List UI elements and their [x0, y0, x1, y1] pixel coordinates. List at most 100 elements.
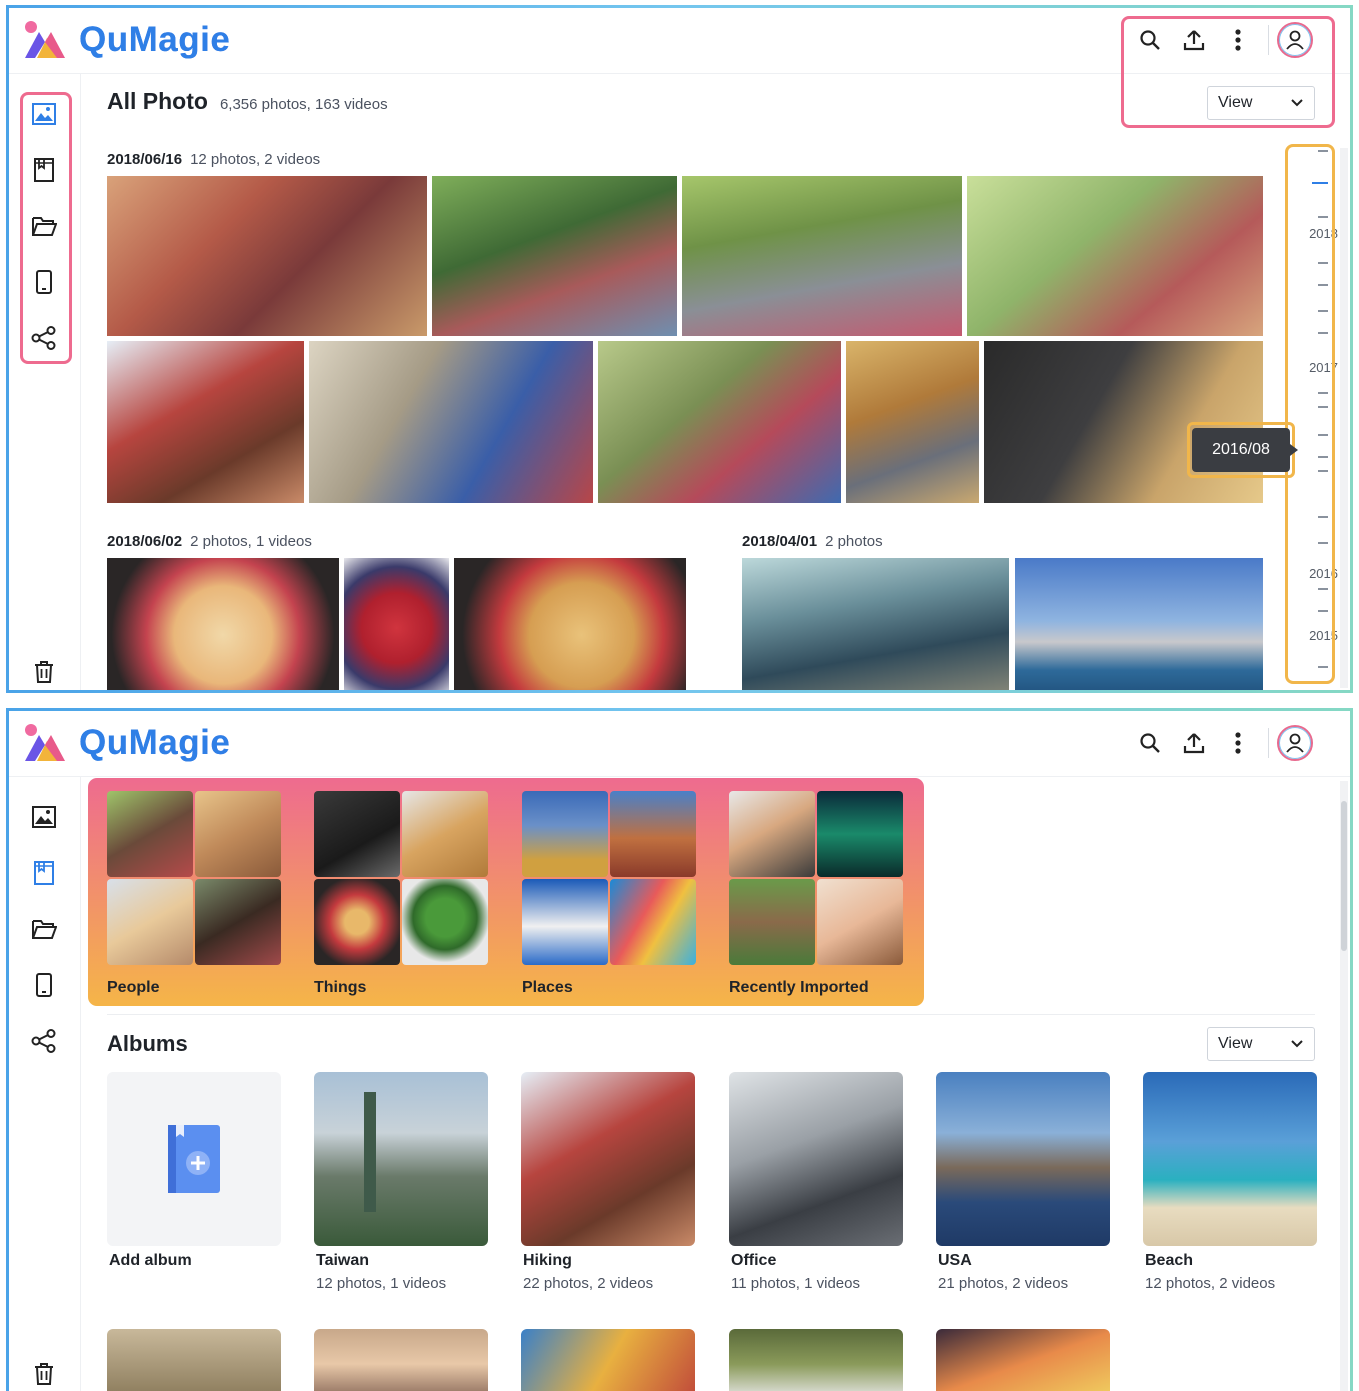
album-thumb-partial[interactable] — [936, 1329, 1110, 1391]
date-group-header: 2018/06/16 12 photos, 2 videos — [107, 151, 320, 168]
thumb — [817, 791, 903, 877]
photo-berries-bowl[interactable] — [344, 558, 449, 690]
photo-icon — [32, 806, 56, 828]
nav-albums[interactable] — [25, 150, 63, 190]
album-card[interactable]: Taiwan 12 photos, 1 videos — [314, 1072, 488, 1292]
thumb — [195, 791, 281, 877]
photo-bike-path[interactable] — [682, 176, 962, 336]
side-nav — [9, 74, 81, 690]
timeline-scrubber[interactable]: 2018 2017 2016 2015 — [1294, 144, 1346, 684]
app-logo[interactable]: QuMagie — [21, 18, 230, 62]
album-thumb-partial[interactable] — [729, 1329, 903, 1391]
album-card[interactable]: Office 11 photos, 1 videos — [729, 1072, 903, 1292]
group-date: 2018/06/16 — [107, 151, 183, 168]
nav-share[interactable] — [25, 1021, 63, 1061]
scrollbar-thumb[interactable] — [1341, 801, 1347, 951]
more-vert-icon[interactable] — [1216, 721, 1260, 765]
thumb — [522, 791, 608, 877]
album-thumb — [1143, 1072, 1317, 1246]
group-count: 12 photos, 2 videos — [190, 151, 321, 168]
photo-camera[interactable] — [984, 341, 1263, 503]
date-group-header: 2018/04/01 2 photos — [742, 533, 883, 550]
thumb — [817, 879, 903, 965]
thumb — [729, 879, 815, 965]
photo-hiking-family[interactable] — [107, 341, 304, 503]
nav-devices[interactable] — [25, 965, 63, 1005]
scrollbar[interactable] — [1340, 781, 1348, 1391]
nav-folders[interactable] — [25, 206, 63, 246]
thumb — [107, 879, 193, 965]
photo-camping-tent[interactable] — [309, 341, 593, 503]
nav-trash[interactable] — [25, 1354, 63, 1391]
top-actions — [1128, 14, 1336, 66]
qumagie-logo-icon — [25, 21, 65, 58]
album-name: Office — [731, 1252, 777, 1269]
nav-photos[interactable] — [25, 94, 63, 134]
album-thumb-partial[interactable] — [521, 1329, 695, 1391]
photo-city-towers[interactable] — [742, 558, 1009, 690]
photo-autumn-leaves[interactable] — [846, 341, 979, 503]
album-icon — [34, 158, 54, 182]
nav-folders[interactable] — [25, 909, 63, 949]
photo-family-selfie[interactable] — [107, 176, 427, 336]
group-date: 2018/04/01 — [742, 533, 818, 550]
album-card[interactable]: USA 21 photos, 2 videos — [936, 1072, 1110, 1292]
photo-picnic[interactable] — [598, 341, 841, 503]
photo-crepes[interactable] — [454, 558, 686, 690]
share-icon — [31, 1029, 56, 1053]
album-card[interactable]: Hiking 22 photos, 2 videos — [521, 1072, 695, 1292]
timeline-year[interactable]: 2018 — [1309, 226, 1338, 241]
album-name: Hiking — [523, 1252, 572, 1269]
phone-icon — [36, 270, 52, 294]
add-album-card[interactable]: Add album — [107, 1072, 281, 1269]
nav-devices[interactable] — [25, 262, 63, 302]
photo-berry-pancake[interactable] — [107, 558, 339, 690]
add-album-thumb — [107, 1072, 281, 1246]
view-dropdown[interactable]: View — [1207, 86, 1315, 120]
user-icon[interactable] — [1277, 725, 1313, 761]
nav-trash[interactable] — [25, 652, 63, 690]
thumb — [610, 791, 696, 877]
album-thumb-partial[interactable] — [314, 1329, 488, 1391]
photo-couple-bike[interactable] — [967, 176, 1263, 336]
page-title-text: All Photo — [107, 88, 208, 114]
album-card[interactable]: Beach 12 photos, 2 videos — [1143, 1072, 1317, 1292]
album-thumb — [936, 1072, 1110, 1246]
nav-photos[interactable] — [25, 797, 63, 837]
upload-icon[interactable] — [1172, 18, 1216, 62]
nav-share[interactable] — [25, 318, 63, 358]
thumb — [402, 791, 488, 877]
timeline-year[interactable]: 2016 — [1309, 566, 1338, 581]
more-vert-icon[interactable] — [1216, 18, 1260, 62]
timeline-year[interactable]: 2015 — [1309, 628, 1338, 643]
search-icon[interactable] — [1128, 18, 1172, 62]
smart-album-label: People — [107, 979, 160, 996]
share-icon — [31, 326, 56, 350]
thumb — [314, 791, 400, 877]
photo-bike-family[interactable] — [432, 176, 677, 336]
add-album-icon — [168, 1125, 220, 1193]
album-icon — [34, 861, 54, 885]
group-count: 2 photos, 1 videos — [190, 533, 312, 550]
photo-icon — [32, 103, 56, 125]
search-icon[interactable] — [1128, 721, 1172, 765]
album-meta: 11 photos, 1 videos — [731, 1275, 860, 1292]
album-meta: 12 photos, 1 videos — [316, 1275, 447, 1292]
timeline-year[interactable]: 2017 — [1309, 360, 1338, 375]
scrollbar[interactable] — [1340, 148, 1348, 688]
trash-icon — [35, 1363, 53, 1385]
view-label: View — [1218, 1035, 1253, 1052]
photo-harbor-junk[interactable] — [1015, 558, 1263, 690]
user-icon[interactable] — [1277, 22, 1313, 58]
qumagie-logo-icon — [25, 724, 65, 761]
phone-icon — [36, 973, 52, 997]
nav-albums[interactable] — [25, 853, 63, 893]
upload-icon[interactable] — [1172, 721, 1216, 765]
thumb — [402, 879, 488, 965]
chevron-down-icon — [1291, 1040, 1303, 1048]
album-meta: 12 photos, 2 videos — [1145, 1275, 1276, 1292]
album-thumb-partial[interactable] — [107, 1329, 281, 1391]
app-logo[interactable]: QuMagie — [21, 721, 230, 765]
view-dropdown[interactable]: View — [1207, 1027, 1315, 1061]
folder-icon — [32, 920, 57, 939]
